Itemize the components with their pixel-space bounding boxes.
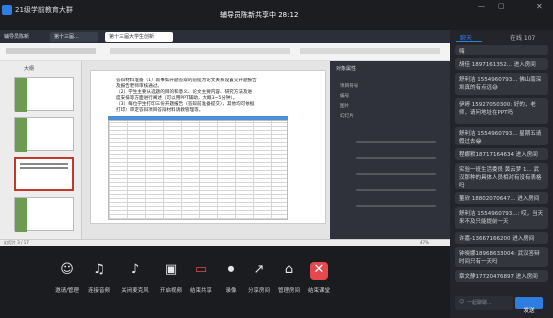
properties-opt-2[interactable]: 编号 bbox=[340, 93, 349, 99]
property-slider-2[interactable] bbox=[356, 157, 436, 159]
properties-panel: 对象属性 项目符号 编号 图片 幻灯片 bbox=[330, 61, 450, 239]
leave-icon: ✕ bbox=[310, 262, 328, 280]
chat-message: 舒利洁 1554960793... 星期五请假过去😂 bbox=[455, 127, 548, 145]
minimize-icon[interactable]: — bbox=[478, 2, 485, 10]
property-slider-5[interactable] bbox=[356, 205, 436, 207]
chat-message: 胡佳 1897161352... 进入房间 bbox=[455, 58, 548, 70]
wps-title-bar: 辅导员陈新 第十三届... 第十三届大学生创新 bbox=[0, 30, 450, 43]
send-button[interactable]: 发送 bbox=[515, 297, 543, 314]
leave-label: 结束课堂 bbox=[307, 288, 330, 294]
properties-title: 对象属性 bbox=[336, 66, 357, 72]
schedule-table bbox=[108, 120, 288, 220]
chat-message: 实验一班生活委员 黄云梦 1... 武汉那种的具体人员相对有没有表格吗 bbox=[455, 163, 548, 189]
emoji-icon[interactable]: ☺ bbox=[459, 299, 464, 305]
chat-message: 董欣 18802070647... 进入房间 bbox=[455, 192, 548, 204]
slide-thumb-4[interactable] bbox=[14, 197, 74, 232]
chat-message: 嗨 bbox=[455, 45, 548, 55]
wps-ribbon bbox=[0, 43, 450, 61]
slide-thumb-1[interactable] bbox=[14, 77, 74, 112]
camera-icon: ▣ bbox=[164, 262, 178, 277]
tab-chat-underline bbox=[456, 41, 482, 42]
property-slider-3[interactable] bbox=[356, 173, 436, 175]
meeting-window: { "window": {"title": "21级学前教育大群"}, "sha… bbox=[0, 0, 553, 318]
slide-thumb-2[interactable] bbox=[14, 117, 74, 152]
tab-members[interactable]: 在线 107 bbox=[510, 33, 535, 42]
property-slider-4[interactable] bbox=[356, 189, 436, 191]
properties-opt-1[interactable]: 项目符号 bbox=[340, 83, 358, 89]
chat-message: 舒利洁 1554960793...: 哎，当天来不及只能提前一天 bbox=[455, 207, 548, 229]
wps-tab-2-label: 第十三届大学生创新 bbox=[109, 34, 155, 40]
chat-message: 章文静17720476897 进入房间 bbox=[455, 270, 548, 282]
chat-input[interactable]: ☺ 一起聊聊... bbox=[455, 296, 513, 310]
doc-para-6: 打印）审定答辩项目答辩材料请教管理等。 bbox=[116, 108, 204, 113]
slide-thumbnails: 大纲 bbox=[0, 61, 82, 239]
slide-thumb-3[interactable] bbox=[14, 157, 74, 191]
chat-message: 程娜默18717164634 进入房间 bbox=[455, 148, 548, 160]
send-button-label: 发送 bbox=[523, 308, 535, 314]
outline-label: 大纲 bbox=[24, 66, 35, 72]
ribbon-left-group[interactable] bbox=[6, 48, 96, 54]
wps-app-label: 辅导员陈新 bbox=[4, 34, 30, 40]
stop-share-icon: ▭ bbox=[194, 262, 208, 277]
ribbon-middle-group[interactable] bbox=[110, 48, 290, 54]
headset-icon: ♫ bbox=[93, 262, 105, 277]
ribbon-right-group[interactable] bbox=[300, 48, 440, 54]
leave-button[interactable]: ✕ 结束课堂 bbox=[298, 262, 340, 312]
home-icon: ⌂ bbox=[284, 262, 294, 277]
share-icon: ↗ bbox=[253, 262, 265, 277]
chat-message: 舒利洁 1554960793... 佛山南深圳真的有点远😅 bbox=[455, 73, 548, 95]
maximize-icon[interactable]: ▢ bbox=[498, 2, 505, 10]
window-title: 21级学前教育大群 bbox=[15, 6, 73, 14]
status-bar: 幻灯片 3 / 17 47% bbox=[0, 239, 450, 246]
properties-opt-4[interactable]: 幻灯片 bbox=[340, 113, 354, 119]
property-slider-1[interactable] bbox=[356, 141, 436, 143]
wps-tab-1-label: 第十三届... bbox=[54, 34, 79, 40]
record-icon: ⏺ bbox=[227, 262, 235, 277]
close-icon[interactable]: ✕ bbox=[536, 2, 543, 11]
people-icon: ☺ bbox=[60, 262, 74, 277]
chat-message: 许嘉-13667166200 进入房间 bbox=[455, 232, 548, 244]
microphone-icon: ♪ bbox=[130, 262, 140, 277]
chat-message: 伊婷 15927050300: 好的，老师，请问地址在PPT吗 bbox=[455, 98, 548, 124]
properties-opt-3[interactable]: 图片 bbox=[340, 103, 349, 109]
top-bar: 21级学前教育大群 辅导员陈新共享中 28:12 — ▢ ✕ bbox=[0, 0, 553, 30]
slide-text: 答辩材料准备（1）叙事如开题答辩的前提为论文关系设置交开题报告 及报告老师审核通… bbox=[116, 78, 316, 114]
shared-screen: 辅导员陈新 第十三届... 第十三届大学生创新 大纲 答辩材料准备（1）叙事如开… bbox=[0, 30, 450, 246]
chat-message: 钟晓娜18968633004: 武汉答辩时间只有一天吗 bbox=[455, 247, 548, 267]
share-banner: 辅导员陈新共享中 28:12 bbox=[220, 11, 299, 19]
app-logo-icon bbox=[2, 5, 12, 15]
zoom-level[interactable]: 47% bbox=[420, 240, 429, 245]
chat-input-placeholder: 一起聊聊... bbox=[467, 300, 492, 306]
